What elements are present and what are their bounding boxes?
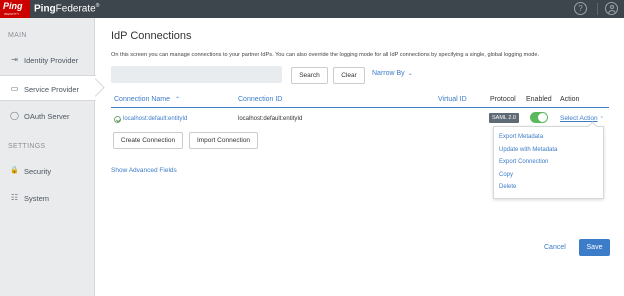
sliders-icon: ☷ — [10, 193, 19, 202]
sidebar-section-main: MAIN — [8, 32, 27, 39]
menu-item-update-with-metadata[interactable]: Update with Metadata — [499, 147, 557, 153]
action-menu: Export Metadata Update with Metadata Exp… — [493, 121, 604, 199]
clear-button[interactable]: Clear — [333, 67, 365, 84]
column-header-label: Connection Name — [114, 96, 171, 103]
user-icon[interactable] — [605, 2, 618, 15]
user-icon-head — [610, 5, 614, 9]
menu-item-copy[interactable]: Copy — [499, 172, 513, 178]
import-connection-button[interactable]: Import Connection — [189, 132, 258, 149]
sidebar-item-label: Service Provider — [24, 85, 80, 94]
sidebar-item-security[interactable]: 🔒 Security — [0, 158, 95, 184]
sidebar-item-system[interactable]: ☷ System — [0, 185, 95, 211]
sidebar-item-oauth-server[interactable]: ◯ OAuth Server — [0, 103, 95, 129]
logo-text: Ping — [3, 1, 23, 11]
column-header-virtual-id[interactable]: Virtual ID — [438, 96, 467, 103]
narrow-by-label: Narrow By — [372, 70, 405, 77]
narrow-by-toggle[interactable]: Narrow By ⌄ — [372, 70, 413, 77]
menu-caret — [587, 121, 598, 132]
sidebar-item-service-provider[interactable]: ▭ Service Provider — [0, 75, 96, 101]
show-advanced-fields-link[interactable]: Show Advanced Fields — [111, 167, 177, 174]
menu-item-delete[interactable]: Delete — [499, 184, 516, 190]
connection-name-link[interactable]: localhost:default:entityId — [123, 116, 187, 122]
enabled-toggle[interactable] — [530, 112, 548, 123]
help-icon[interactable]: ? — [574, 2, 587, 15]
identity-provider-icon: ⇥ — [11, 55, 18, 64]
service-provider-icon: ▭ — [10, 84, 19, 93]
topbar-divider — [597, 3, 598, 15]
page-title: IdP Connections — [111, 30, 192, 42]
top-bar: Ping IDENTITY PingFederate® ? — [0, 0, 624, 18]
protocol-badge: SAML 2.0 — [489, 113, 519, 123]
column-header-connection-id[interactable]: Connection ID — [238, 96, 282, 103]
product-name-light: Federate — [55, 3, 96, 15]
menu-item-export-connection[interactable]: Export Connection — [499, 159, 548, 165]
toggle-knob — [538, 113, 547, 122]
search-button[interactable]: Search — [291, 67, 328, 84]
column-header-protocol: Protocol — [490, 96, 516, 103]
sort-ascending-icon: ⌃ — [174, 97, 181, 103]
select-action-dropdown[interactable]: Select Action ⌃ — [560, 115, 604, 122]
search-input[interactable] — [111, 66, 282, 83]
cancel-button[interactable]: Cancel — [544, 244, 566, 251]
table-header-divider — [111, 107, 609, 108]
product-name-bold: Ping — [34, 3, 56, 15]
trademark: ® — [95, 3, 100, 9]
user-icon-body — [608, 10, 616, 14]
chevron-up-icon: ⌃ — [599, 116, 604, 122]
sidebar-item-label: System — [24, 194, 50, 203]
logo-subtext: IDENTITY — [4, 12, 20, 16]
connection-id-cell: localhost:default:entityId — [238, 116, 303, 122]
sidebar: MAIN ⇥ Identity Provider ▭ Service Provi… — [0, 18, 96, 296]
column-header-action: Action — [560, 96, 580, 103]
menu-item-export-metadata[interactable]: Export Metadata — [499, 134, 543, 140]
page-description: On this screen you can manage connection… — [111, 52, 540, 58]
column-header-connection-name[interactable]: Connection Name ⌃ — [114, 96, 180, 103]
column-header-enabled: Enabled — [526, 96, 552, 103]
create-connection-button[interactable]: Create Connection — [113, 132, 183, 149]
ping-logo: Ping IDENTITY — [0, 0, 30, 18]
oauth-icon: ◯ — [10, 111, 19, 120]
lock-icon: 🔒 — [10, 167, 19, 174]
sidebar-item-label: Identity Provider — [24, 56, 79, 65]
status-check-icon — [114, 116, 121, 123]
sidebar-section-settings: SETTINGS — [8, 143, 46, 150]
sidebar-item-label: Security — [24, 167, 52, 176]
product-name: PingFederate® — [34, 3, 99, 14]
sidebar-item-label: OAuth Server — [24, 112, 70, 121]
save-button[interactable]: Save — [579, 239, 610, 256]
sidebar-item-identity-provider[interactable]: ⇥ Identity Provider — [0, 47, 95, 73]
chevron-down-icon: ⌄ — [407, 71, 413, 77]
